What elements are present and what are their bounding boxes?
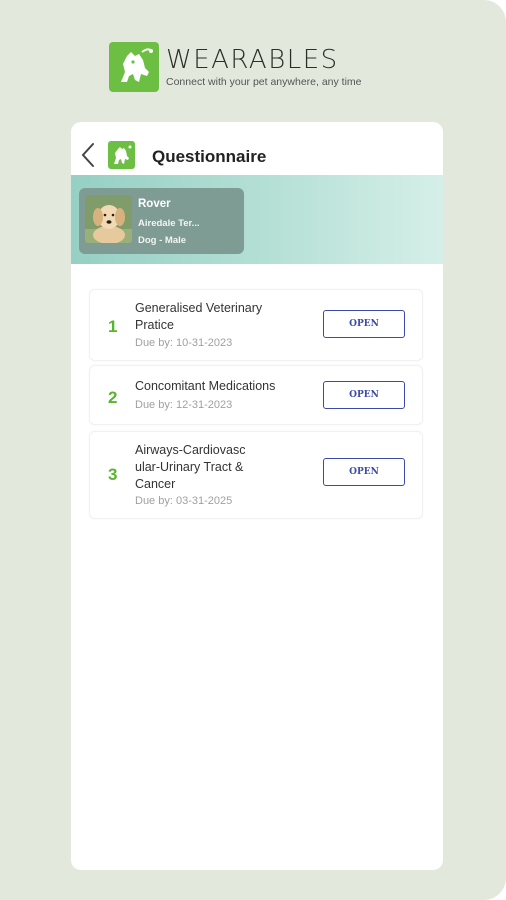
pet-profile-card[interactable]: Rover Airedale Ter... Dog - Male: [79, 188, 244, 254]
questionnaire-item[interactable]: 3 Airways-Cardiovasc ular-Urinary Tract …: [89, 431, 423, 519]
top-bar: Questionnaire: [71, 122, 443, 175]
questionnaire-number: 1: [108, 317, 118, 336]
open-button[interactable]: OPEN: [323, 310, 405, 338]
open-button[interactable]: OPEN: [323, 381, 405, 409]
open-button[interactable]: OPEN: [323, 458, 405, 486]
questionnaire-title: Airways-Cardiovasc ular-Urinary Tract & …: [135, 443, 246, 491]
questionnaire-due-date: Due by: 12-31-2023: [135, 399, 233, 411]
app-screen: Questionnaire Rover Airedale Ter... Dog …: [71, 122, 443, 870]
chevron-left-icon: [81, 143, 94, 167]
pet-name: Rover: [138, 198, 171, 210]
pet-breed: Airedale Ter...: [138, 218, 200, 229]
app-logo-icon: [108, 141, 135, 169]
questionnaire-number: 2: [108, 388, 118, 407]
back-button[interactable]: [79, 142, 97, 168]
questionnaire-item[interactable]: 2 Concomitant Medications Due by: 12-31-…: [89, 365, 423, 425]
questionnaire-title: Concomitant Medications: [135, 379, 276, 393]
questionnaire-title: Generalised Veterinary Pratice: [135, 301, 263, 332]
app-background: WEARABLES Connect with your pet anywhere…: [0, 0, 506, 900]
dog-logo-icon: [109, 42, 159, 92]
brand-tagline: Connect with your pet anywhere, any time: [166, 76, 362, 88]
questionnaire-due-date: Due by: 03-31-2025: [135, 495, 233, 507]
pet-photo: [85, 195, 132, 243]
questionnaire-item[interactable]: 1 Generalised Veterinary Pratice Due by:…: [89, 289, 423, 361]
questionnaire-due-date: Due by: 10-31-2023: [135, 337, 233, 349]
questionnaire-number: 3: [108, 465, 118, 484]
pet-banner: Rover Airedale Ter... Dog - Male: [71, 175, 443, 264]
pet-type: Dog - Male: [138, 235, 187, 246]
brand-name: WEARABLES: [166, 45, 339, 75]
brand-header: WEARABLES Connect with your pet anywhere…: [109, 42, 409, 94]
page-title: Questionnaire: [152, 147, 267, 166]
